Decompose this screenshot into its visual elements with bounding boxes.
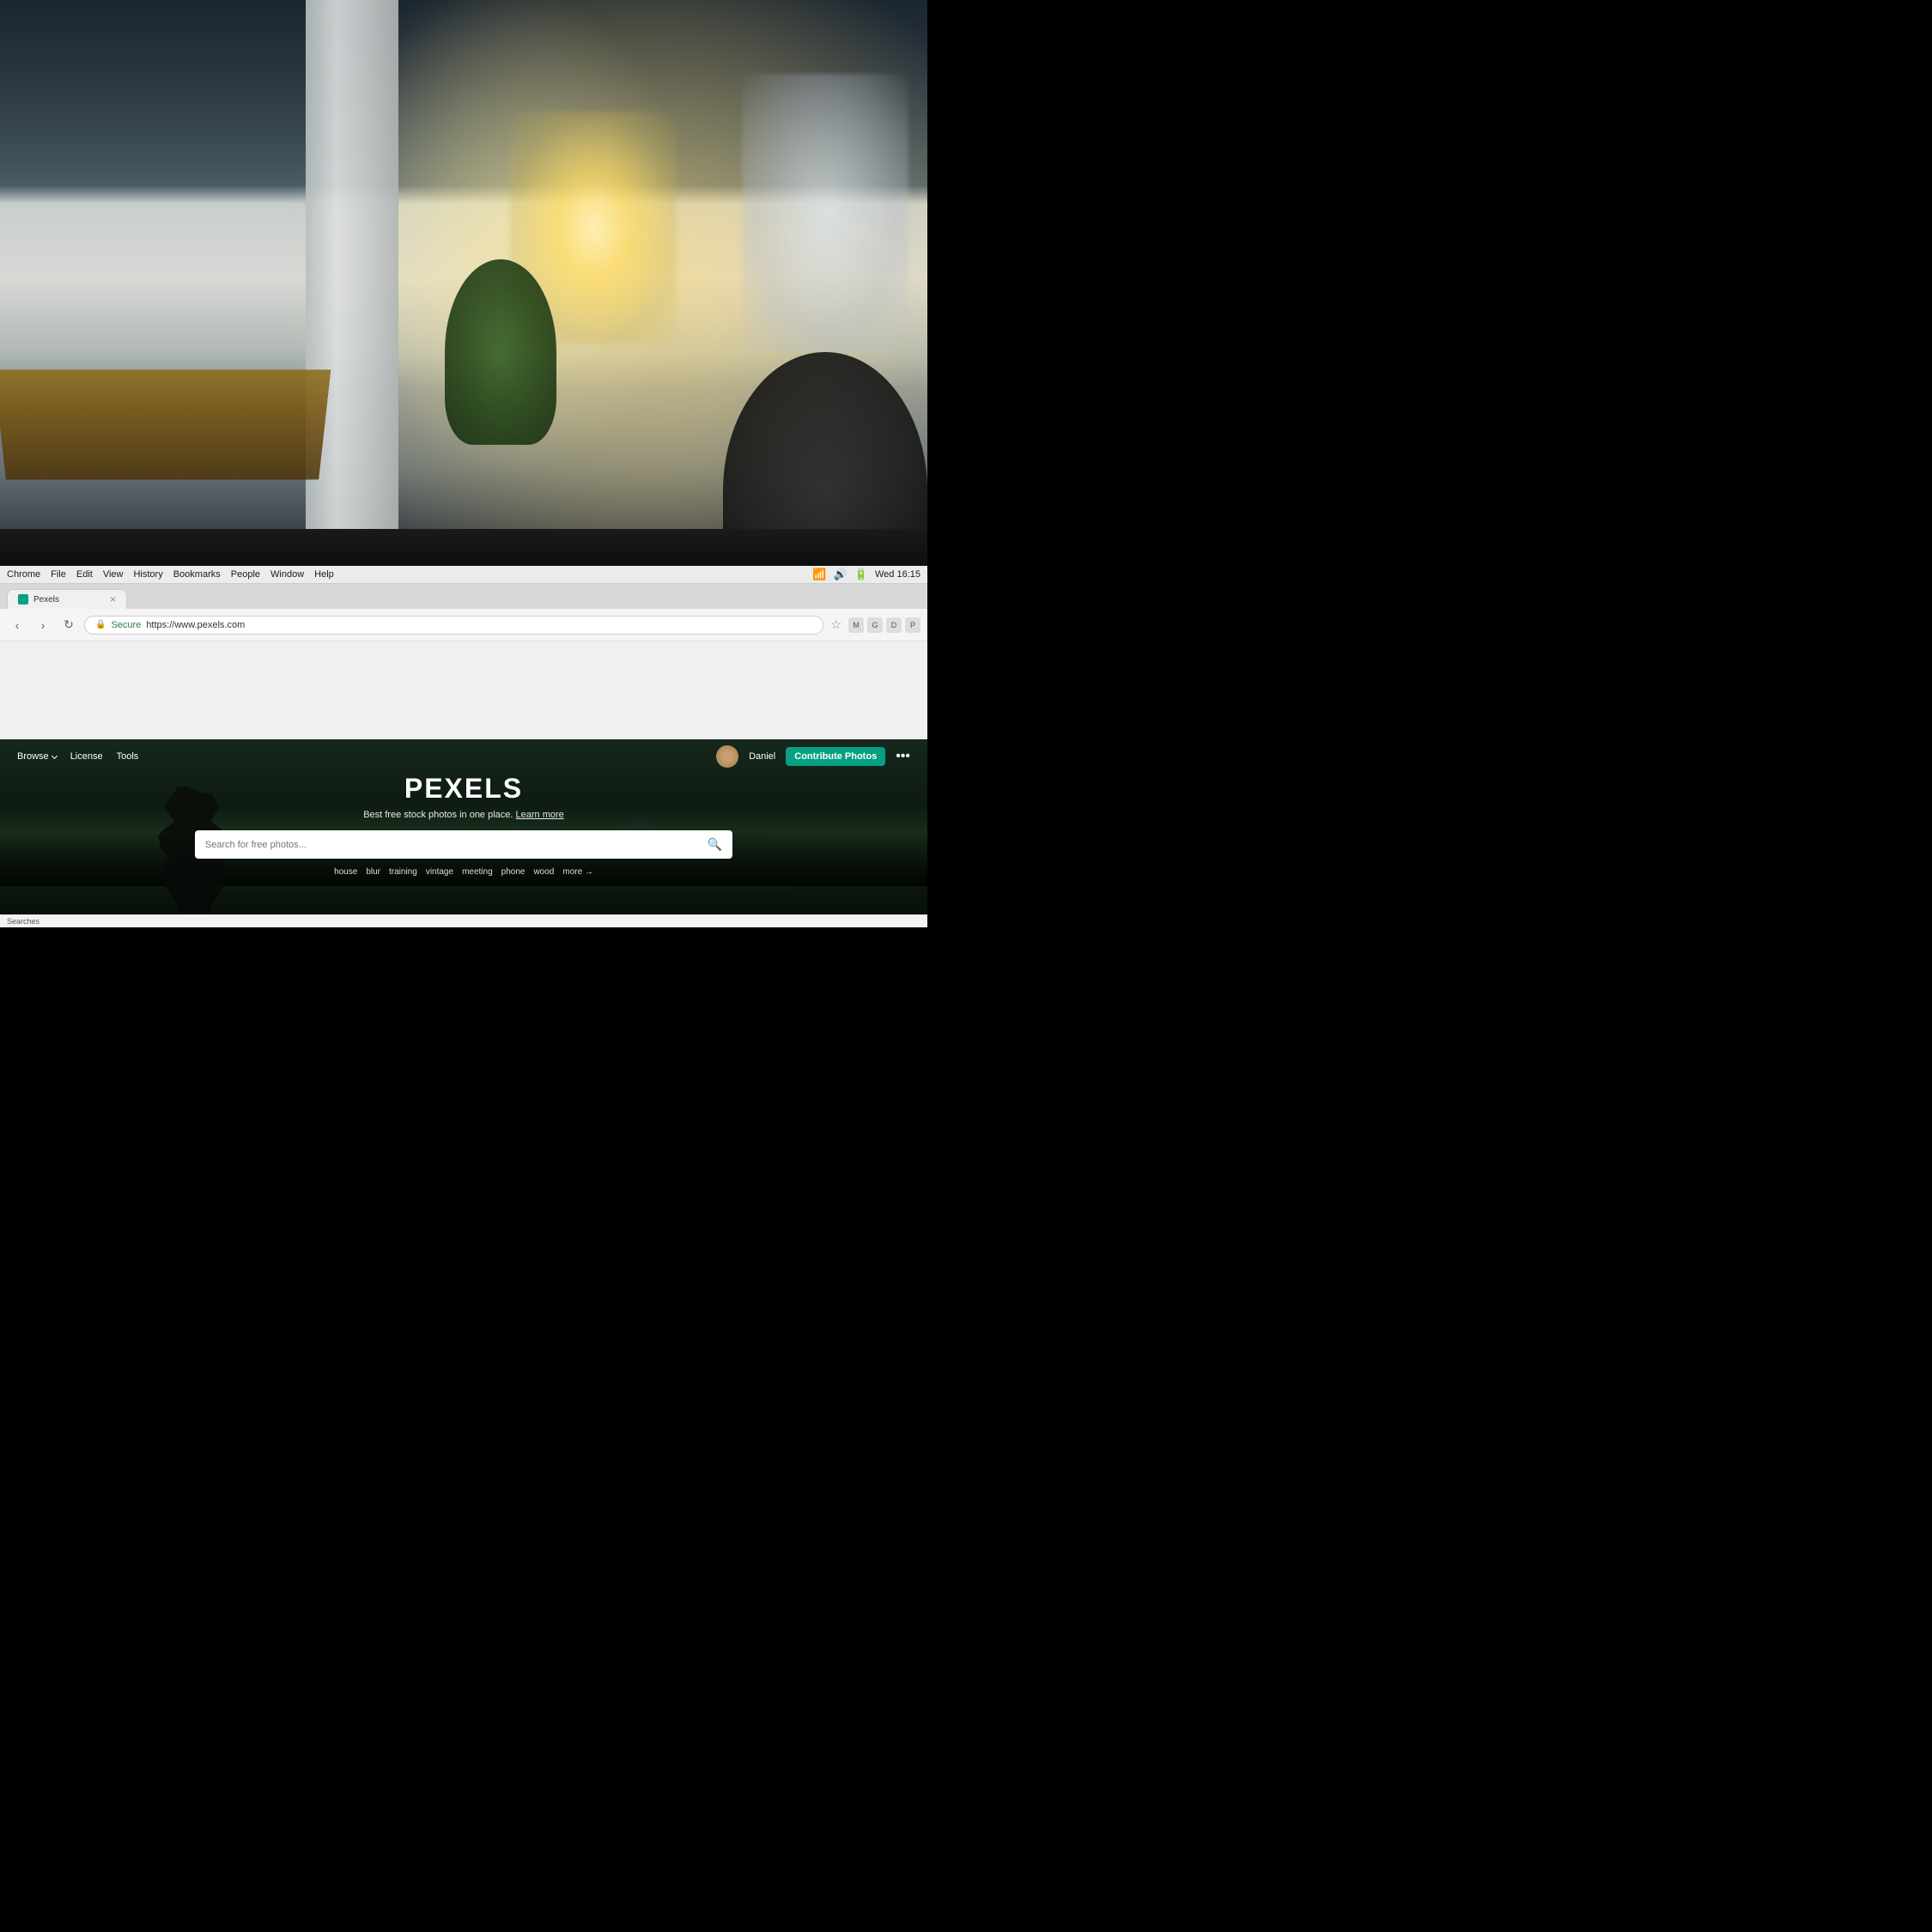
secure-icon: 🔒 bbox=[95, 620, 106, 629]
browser-extensions: M G D P bbox=[848, 617, 920, 633]
tab-favicon bbox=[18, 594, 28, 605]
quick-tag-wood[interactable]: wood bbox=[533, 867, 554, 877]
pexels-logo: PEXELS bbox=[404, 773, 523, 805]
browser-tab-pexels[interactable]: Pexels × bbox=[7, 589, 127, 609]
quick-tag-training[interactable]: training bbox=[389, 867, 417, 877]
bottom-searches-bar: Searches bbox=[0, 914, 927, 927]
user-name[interactable]: Daniel bbox=[749, 751, 775, 762]
pexels-nav-left: Browse License Tools bbox=[17, 751, 138, 762]
quick-tag-house[interactable]: house bbox=[334, 867, 357, 877]
plant bbox=[445, 259, 556, 445]
pexels-website: Browse License Tools Daniel Contribute P… bbox=[0, 739, 927, 927]
tagline-text: Best free stock photos in one place. bbox=[363, 810, 513, 820]
ext-icon-2[interactable]: G bbox=[867, 617, 883, 633]
quick-tags: house blur training vintage meeting phon… bbox=[334, 867, 593, 877]
menubar-file[interactable]: File bbox=[51, 569, 66, 580]
forward-button[interactable]: › bbox=[33, 615, 53, 635]
menubar-bookmarks[interactable]: Bookmarks bbox=[173, 569, 221, 580]
menubar-help[interactable]: Help bbox=[314, 569, 334, 580]
bookmark-button[interactable]: ☆ bbox=[829, 616, 843, 634]
menubar-view[interactable]: View bbox=[103, 569, 124, 580]
ext-icon-3[interactable]: D bbox=[886, 617, 902, 633]
battery-icon: 🔋 bbox=[854, 568, 868, 581]
address-url: https://www.pexels.com bbox=[146, 620, 812, 630]
menubar-people[interactable]: People bbox=[231, 569, 260, 580]
address-field[interactable]: 🔒 Secure https://www.pexels.com bbox=[84, 616, 823, 635]
menubar-window[interactable]: Window bbox=[270, 569, 304, 580]
ext-icon-4[interactable]: P bbox=[905, 617, 920, 633]
searches-label: Searches bbox=[7, 917, 39, 926]
volume-icon: 🔊 bbox=[834, 568, 848, 581]
tab-title: Pexels bbox=[33, 595, 105, 605]
learn-more-link[interactable]: Learn more bbox=[516, 810, 564, 820]
pexels-hero-content: PEXELS Best free stock photos in one pla… bbox=[0, 773, 927, 877]
quick-tag-more[interactable]: more → bbox=[562, 867, 593, 877]
address-bar-row: ‹ › ↻ 🔒 Secure https://www.pexels.com ☆ … bbox=[0, 609, 927, 641]
pexels-search-bar[interactable]: 🔍 bbox=[195, 830, 732, 859]
quick-tag-blur[interactable]: blur bbox=[366, 867, 380, 877]
quick-tag-meeting[interactable]: meeting bbox=[462, 867, 493, 877]
pexels-tagline: Best free stock photos in one place. Lea… bbox=[363, 810, 564, 820]
quick-tag-phone[interactable]: phone bbox=[501, 867, 526, 877]
back-button[interactable]: ‹ bbox=[7, 615, 27, 635]
tab-bar: Pexels × bbox=[0, 584, 927, 609]
office-window-right bbox=[742, 74, 908, 352]
ext-icon-1[interactable]: M bbox=[848, 617, 864, 633]
address-actions: ☆ bbox=[829, 616, 843, 634]
user-avatar[interactable] bbox=[716, 745, 738, 768]
pexels-navbar: Browse License Tools Daniel Contribute P… bbox=[0, 739, 927, 773]
screen-bezel bbox=[0, 529, 927, 566]
secure-label: Secure bbox=[111, 620, 141, 630]
menubar-right: 📶 🔊 🔋 Wed 16:15 bbox=[812, 568, 920, 581]
pexels-nav-right: Daniel Contribute Photos ••• bbox=[716, 745, 910, 768]
user-avatar-image bbox=[716, 745, 738, 768]
menubar-app[interactable]: Chrome bbox=[7, 569, 40, 580]
browse-label: Browse bbox=[17, 751, 49, 762]
browse-chevron-icon bbox=[52, 753, 58, 759]
wifi-icon: 📶 bbox=[812, 568, 826, 581]
office-desk bbox=[0, 369, 331, 479]
search-input[interactable] bbox=[205, 840, 701, 850]
menubar: Chrome File Edit View History Bookmarks … bbox=[0, 566, 927, 584]
reload-button[interactable]: ↻ bbox=[58, 615, 79, 635]
tools-button[interactable]: Tools bbox=[117, 751, 139, 762]
clock: Wed 16:15 bbox=[875, 569, 920, 580]
quick-tag-vintage[interactable]: vintage bbox=[426, 867, 453, 877]
browse-button[interactable]: Browse bbox=[17, 751, 57, 762]
search-icon[interactable]: 🔍 bbox=[708, 837, 722, 852]
license-button[interactable]: License bbox=[70, 751, 103, 762]
menubar-history[interactable]: History bbox=[133, 569, 162, 580]
browser-chrome: Chrome File Edit View History Bookmarks … bbox=[0, 566, 927, 927]
tab-close-button[interactable]: × bbox=[110, 593, 116, 605]
contribute-photos-button[interactable]: Contribute Photos bbox=[786, 747, 885, 766]
more-button[interactable]: ••• bbox=[896, 749, 910, 764]
menubar-edit[interactable]: Edit bbox=[76, 569, 93, 580]
